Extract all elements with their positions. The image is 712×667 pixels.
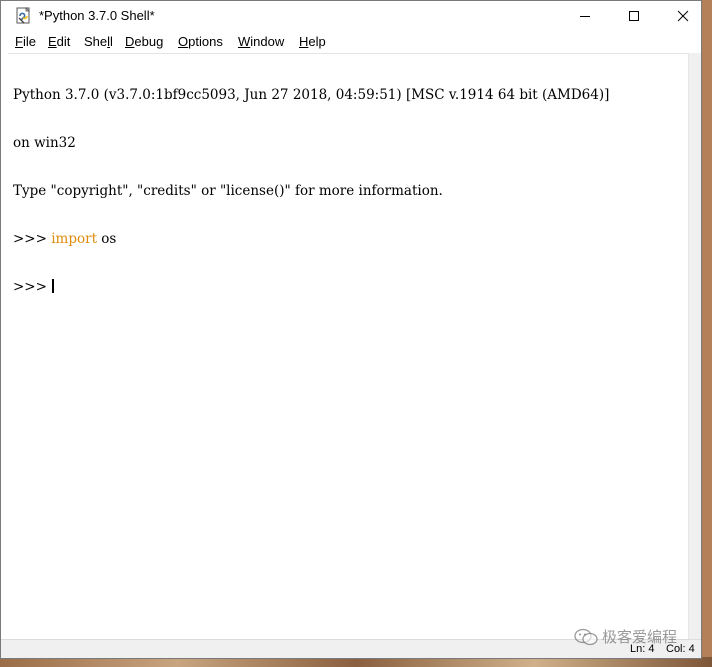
menu-window[interactable]: Window <box>238 34 284 49</box>
shell-prompt: >>> <box>13 279 52 295</box>
banner-platform-line: on win32 <box>13 135 76 151</box>
menu-file[interactable]: File <box>15 34 36 49</box>
banner-help-line: Type "copyright", "credits" or "license(… <box>13 183 443 199</box>
shell-text-area[interactable]: Python 3.7.0 (v3.7.0:1bf9cc5093, Jun 27 … <box>8 53 688 639</box>
shell-current-line[interactable]: >>> <box>13 279 609 295</box>
vertical-scrollbar[interactable] <box>688 53 701 639</box>
menu-help[interactable]: Help <box>299 34 326 49</box>
menu-label-part: ebug <box>134 34 164 49</box>
menu-debug[interactable]: Debug <box>125 34 163 49</box>
banner-version-line: Python 3.7.0 (v3.7.0:1bf9cc5093, Jun 27 … <box>13 87 610 103</box>
close-button[interactable] <box>660 1 706 31</box>
menu-shell[interactable]: Shell <box>84 34 113 49</box>
menu-accelerator: E <box>48 34 57 49</box>
python-idle-icon <box>15 7 33 25</box>
menu-label-part: elp <box>308 34 326 49</box>
menu-options[interactable]: Options <box>178 34 223 49</box>
minimize-button[interactable] <box>562 1 608 31</box>
shell-prompt: >>> <box>13 231 52 247</box>
maximize-button[interactable] <box>611 1 657 31</box>
idle-shell-window: *Python 3.7.0 Shell* File Edit Shell Deb… <box>0 0 702 659</box>
shell-input-line: >>> import os <box>13 231 609 247</box>
watermark-text: 极客爱编程 <box>602 628 678 646</box>
menu-accelerator: H <box>299 34 309 49</box>
minimize-icon <box>580 16 590 17</box>
command-argument: os <box>97 231 117 247</box>
menu-label-part: indow <box>250 34 285 49</box>
text-cursor <box>52 279 55 293</box>
menu-accelerator: W <box>238 34 251 49</box>
keyword-import: import <box>51 231 98 247</box>
menu-accelerator: O <box>178 34 189 49</box>
menu-label-part: l <box>110 34 113 49</box>
menu-accelerator: F <box>15 34 23 49</box>
menu-accelerator: D <box>125 34 135 49</box>
menu-edit[interactable]: Edit <box>48 34 70 49</box>
close-icon <box>677 10 689 22</box>
maximize-icon <box>629 11 639 21</box>
window-title: *Python 3.7.0 Shell* <box>39 8 155 23</box>
title-bar[interactable]: *Python 3.7.0 Shell* <box>1 1 701 31</box>
watermark: 极客爱编程 <box>574 626 677 647</box>
wechat-icon <box>574 628 598 645</box>
menu-label-part: She <box>84 34 108 49</box>
menu-label-part: dit <box>56 34 71 49</box>
menu-bar: File Edit Shell Debug Options Window Hel… <box>1 31 701 53</box>
menu-label-part: ptions <box>188 34 223 49</box>
menu-label-part: ile <box>22 34 36 49</box>
